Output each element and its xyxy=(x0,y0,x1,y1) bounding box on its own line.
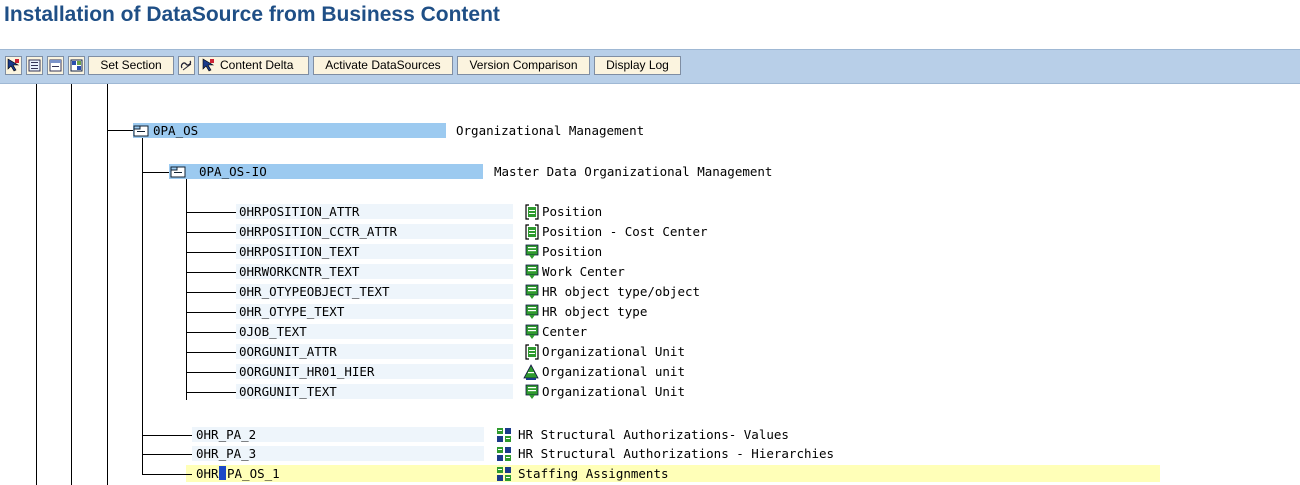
leaf-description: Organizational Unit xyxy=(542,344,685,359)
tree-connector xyxy=(142,435,192,436)
display-log-button[interactable]: Display Log xyxy=(594,56,681,75)
node-description: Organizational Management xyxy=(456,123,645,138)
tree-line xyxy=(142,131,143,474)
text-icon xyxy=(525,284,539,299)
attribute-icon xyxy=(525,224,539,240)
folder-open-icon[interactable] xyxy=(133,124,149,137)
datasource-name-prefix[interactable]: 0HR xyxy=(196,466,219,481)
datasource-description: HR Structural Authorizations - Hierarchi… xyxy=(518,446,835,461)
grid-icon xyxy=(70,59,83,72)
datasource-description: Staffing Assignments xyxy=(518,466,669,481)
application-toolbar: Set Section Content Delta Activate DataS… xyxy=(0,49,1300,84)
datasource-name-suffix[interactable]: PA_OS_1 xyxy=(227,466,280,481)
tree-connector xyxy=(107,130,133,131)
text-icon xyxy=(525,264,539,279)
text-icon xyxy=(525,304,539,319)
where-used-button[interactable] xyxy=(178,56,195,75)
leaf-description: HR object type/object xyxy=(542,284,701,299)
text-cursor xyxy=(219,466,226,480)
leaf-description: HR object type xyxy=(542,304,648,319)
arrow-pointer-icon xyxy=(7,58,20,72)
leaf-description: Organizational unit xyxy=(542,364,685,379)
tree-connector xyxy=(142,172,169,173)
tree-line xyxy=(36,84,37,485)
tree-connector xyxy=(186,252,236,253)
tree-connector xyxy=(186,372,236,373)
tree-line xyxy=(186,172,187,400)
leaf-name[interactable]: 0HR_OTYPEOBJECT_TEXT xyxy=(239,284,390,299)
tree-connector xyxy=(186,312,236,313)
tree-connector xyxy=(186,392,236,393)
tree-connector xyxy=(186,352,236,353)
attribute-icon xyxy=(525,204,539,220)
leaf-name[interactable]: 0ORGUNIT_ATTR xyxy=(239,344,337,359)
page-title: Installation of DataSource from Business… xyxy=(4,3,500,26)
link-icon xyxy=(180,60,192,71)
leaf-name[interactable]: 0HRPOSITION_ATTR xyxy=(239,204,359,219)
transaction-data-icon xyxy=(497,447,511,461)
activate-datasources-button[interactable]: Activate DataSources xyxy=(313,56,453,75)
text-icon xyxy=(525,324,539,339)
leaf-description: Work Center xyxy=(542,264,625,279)
leaf-name[interactable]: 0HRPOSITION_CCTR_ATTR xyxy=(239,224,397,239)
leaf-description: Organizational Unit xyxy=(542,384,685,399)
transaction-data-icon xyxy=(497,428,511,442)
tree-line xyxy=(71,84,72,485)
hierarchy-icon xyxy=(523,364,539,380)
tree-connector xyxy=(186,272,236,273)
content-delta-button[interactable]: Content Delta xyxy=(198,56,309,75)
text-icon xyxy=(525,244,539,259)
selected-row[interactable] xyxy=(186,465,1160,482)
datasource-tree: 0PA_OS Organizational Management 0PA_OS-… xyxy=(0,84,1300,485)
folder-open-icon[interactable] xyxy=(170,165,186,178)
leaf-name[interactable]: 0ORGUNIT_TEXT xyxy=(239,384,337,399)
collapse-subtree-button[interactable] xyxy=(47,56,64,75)
tree-connector xyxy=(142,454,192,455)
datasource-name[interactable]: 0HR_PA_3 xyxy=(196,446,256,461)
node-name[interactable]: 0PA_OS xyxy=(153,123,198,138)
leaf-name[interactable]: 0ORGUNIT_HR01_HIER xyxy=(239,364,374,379)
leaf-name[interactable]: 0HRWORKCNTR_TEXT xyxy=(239,264,359,279)
collapse-icon xyxy=(49,59,62,72)
expand-icon xyxy=(28,59,41,72)
tree-line xyxy=(107,84,108,485)
content-delta-label: Content Delta xyxy=(220,58,294,72)
select-button[interactable] xyxy=(68,56,85,75)
leaf-name[interactable]: 0JOB_TEXT xyxy=(239,324,307,339)
find-button[interactable] xyxy=(5,56,22,75)
node-name[interactable]: 0PA_OS-IO xyxy=(199,164,267,179)
set-section-button[interactable]: Set Section xyxy=(88,56,174,75)
leaf-description: Position xyxy=(542,244,603,259)
leaf-name[interactable]: 0HRPOSITION_TEXT xyxy=(239,244,359,259)
tree-connector xyxy=(186,212,236,213)
datasource-description: HR Structural Authorizations- Values xyxy=(518,427,789,442)
arrow-pointer-icon xyxy=(202,58,215,72)
tree-connector xyxy=(186,232,236,233)
tree-connector xyxy=(186,292,236,293)
transaction-data-icon xyxy=(497,467,511,481)
leaf-description: Position - Cost Center xyxy=(542,224,708,239)
node-description: Master Data Organizational Management xyxy=(494,164,773,179)
datasource-name[interactable]: 0HR_PA_2 xyxy=(196,427,256,442)
attribute-icon xyxy=(525,344,539,360)
version-comparison-button[interactable]: Version Comparison xyxy=(457,56,590,75)
expand-subtree-button[interactable] xyxy=(26,56,43,75)
tree-connector xyxy=(186,332,236,333)
leaf-description: Position xyxy=(542,204,603,219)
text-icon xyxy=(525,384,539,399)
leaf-description: Center xyxy=(542,324,588,339)
tree-connector xyxy=(142,474,192,475)
leaf-name[interactable]: 0HR_OTYPE_TEXT xyxy=(239,304,344,319)
